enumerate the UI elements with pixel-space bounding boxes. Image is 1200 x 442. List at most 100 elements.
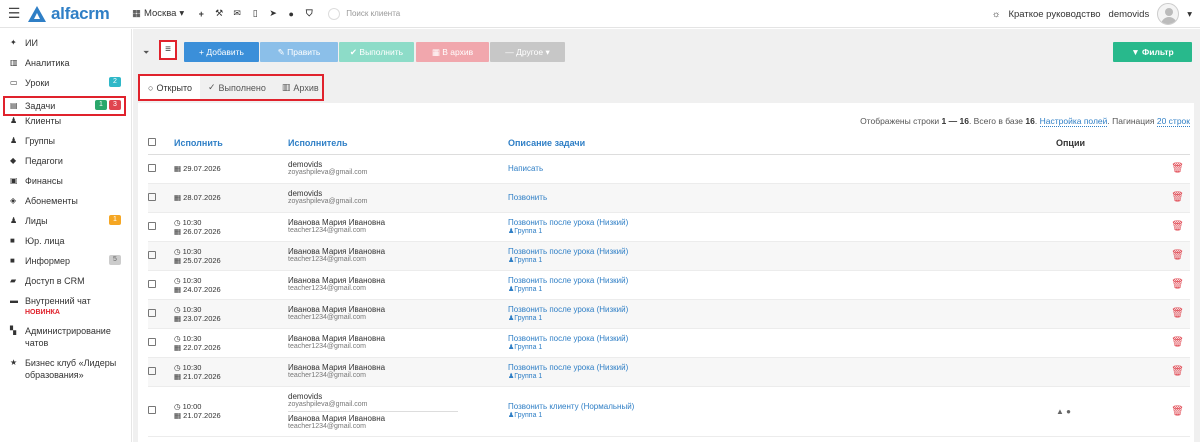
row-checkbox[interactable]	[148, 163, 156, 172]
delete-icon[interactable]: 🗑	[1162, 270, 1190, 300]
sidebar-item-ai[interactable]: ✦ ИИ	[0, 37, 131, 57]
admin-icon: ▚	[10, 326, 17, 335]
field-settings-link[interactable]: Настройка полей	[1039, 116, 1108, 127]
filter-button[interactable]: ▼ Фильтр	[1113, 42, 1192, 62]
telegram-icon[interactable]: ➤	[264, 8, 282, 19]
tab-archive[interactable]: ▥ Архив	[274, 76, 327, 99]
task-description-link[interactable]: Позвонить клиенту (Нормальный)	[508, 402, 1056, 411]
group-link[interactable]: ♟Группа 1	[508, 411, 1056, 420]
group-link[interactable]: ♟Группа 1	[508, 285, 1056, 294]
row-checkbox[interactable]	[148, 221, 156, 230]
record-icon[interactable]: ●	[282, 9, 300, 19]
group-link[interactable]: ♟Группа 1	[508, 343, 1056, 352]
phone-icon[interactable]: ▯	[246, 8, 264, 19]
delete-icon[interactable]: 🗑	[1162, 328, 1190, 358]
status-tabs-bar: ○ Открыто ✓ Выполнено ▥ Архив	[133, 69, 1200, 103]
table-row[interactable]: ◷ 10:00 ▦ 21.07.2026 demovids zoyashpilev…	[148, 386, 1190, 437]
tab-open[interactable]: ○ Открыто	[140, 76, 200, 99]
city-selector[interactable]: ▦ Москва ▾	[132, 8, 184, 19]
delete-icon[interactable]: 🗑	[1162, 386, 1190, 437]
sidebar-item-finance[interactable]: ▣ Финансы	[0, 175, 131, 195]
client-search[interactable]: Поиск клиента	[328, 7, 400, 20]
delete-icon[interactable]: 🗑	[1162, 154, 1190, 184]
col-due[interactable]: Исполнить	[174, 133, 288, 155]
sidebar-item-informer[interactable]: ■ Информер 5	[0, 255, 131, 275]
calendar-icon: ▦	[174, 313, 184, 323]
sidebar-item-tasks[interactable]: ▤ Задачи 1 3	[3, 96, 126, 116]
chevron-down-icon[interactable]: ▾	[1187, 9, 1192, 20]
sidebar-item-lessons[interactable]: ▭ Уроки 2	[0, 77, 131, 97]
table-row[interactable]: ◷ 10:30 ▦ 24.07.2026 Иванова Мария Иванов…	[148, 270, 1190, 300]
row-checkbox[interactable]	[148, 192, 156, 201]
edit-button[interactable]: ✎ Править	[260, 42, 338, 62]
table-row[interactable]: ◷ 10:30 ▦ 21.07.2026 Иванова Мария Иванов…	[148, 357, 1190, 387]
calendar-icon: ▦	[174, 226, 184, 236]
calendar-icon: ▦	[174, 284, 184, 294]
sidebar-item-access[interactable]: ▰ Доступ в CRM	[0, 275, 131, 295]
col-options: Опции	[1056, 133, 1162, 155]
row-checkbox[interactable]	[148, 337, 156, 346]
row-checkbox[interactable]	[148, 279, 156, 288]
delete-icon[interactable]: 🗑	[1162, 212, 1190, 242]
delete-icon[interactable]: 🗑	[1162, 183, 1190, 213]
task-description-link[interactable]: Написать	[508, 164, 1056, 173]
task-description-link[interactable]: Позвонить после урока (Низкий)	[508, 218, 1056, 227]
table-row[interactable]: ◷ 10:30 ▦ 25.07.2026 Иванова Мария Иванов…	[148, 241, 1190, 271]
list-view-icon[interactable]: ≡	[159, 40, 177, 60]
cart-icon[interactable]: ⛉	[300, 8, 318, 19]
select-all-checkbox[interactable]	[148, 138, 156, 147]
sidebar-item-admin-chats[interactable]: ▚ Администрирование чатов	[0, 325, 131, 357]
row-checkbox[interactable]	[148, 250, 156, 259]
table-row[interactable]: ◷ 10:30 ▦ 26.07.2026 Иванова Мария Иванов…	[148, 212, 1190, 242]
sidebar-item-business-club[interactable]: ★ Бизнес клуб «Лидеры образования»	[0, 357, 131, 389]
complete-button[interactable]: ✔ Выполнить	[339, 42, 414, 62]
sidebar-item-chat[interactable]: ▬ Внутренний чат НОВИНКА	[0, 295, 131, 325]
table-row[interactable]: ▦ 29.07.2026 demovids zoyashpileva@gmail.…	[148, 154, 1190, 184]
group-link[interactable]: ♟Группа 1	[508, 256, 1056, 265]
sidebar-item-subscriptions[interactable]: ◈ Абонементы	[0, 195, 131, 215]
group-link[interactable]: ♟Группа 1	[508, 227, 1056, 236]
delete-icon[interactable]: 🗑	[1162, 357, 1190, 387]
other-dropdown[interactable]: — Другое ▾	[490, 42, 565, 62]
task-description-link[interactable]: Позвонить после урока (Низкий)	[508, 305, 1056, 314]
table-row[interactable]: ◷ 10:30 ▦ 23.07.2026 Иванова Мария Иванов…	[148, 299, 1190, 329]
sidebar-item-clients[interactable]: ♟ Клиенты	[0, 115, 131, 135]
task-description-link[interactable]: Позвонить после урока (Низкий)	[508, 334, 1056, 343]
funnel-icon[interactable]: ⏷	[143, 48, 149, 58]
col-assignee[interactable]: Исполнитель	[288, 133, 508, 155]
logo[interactable]: alfacrm	[28, 4, 132, 24]
sidebar-item-teachers[interactable]: ◆ Педагоги	[0, 155, 131, 175]
wrench-icon[interactable]: ⚒	[210, 8, 228, 19]
search-input[interactable]: Поиск клиента	[346, 9, 400, 18]
table-row[interactable]: ◷ 10:30 ▦ 22.07.2026 Иванова Мария Иванов…	[148, 328, 1190, 358]
hamburger-menu-icon[interactable]: ☰	[0, 5, 28, 22]
task-description-link[interactable]: Позвонить после урока (Низкий)	[508, 276, 1056, 285]
avatar[interactable]	[1157, 3, 1180, 25]
row-checkbox[interactable]	[148, 406, 156, 414]
top-bar: ☰ alfacrm ▦ Москва ▾ + ⚒ ✉ ▯ ➤ ● ⛉ Поиск…	[0, 0, 1200, 28]
quick-guide-link[interactable]: Краткое руководство	[1008, 9, 1100, 20]
task-description-link[interactable]: Позвонить после урока (Низкий)	[508, 247, 1056, 256]
task-description-link[interactable]: Позвонить	[508, 193, 1056, 202]
plus-icon[interactable]: +	[192, 9, 210, 19]
archive-button[interactable]: ▦ В архив	[416, 42, 489, 62]
row-checkbox[interactable]	[148, 366, 156, 375]
task-description-link[interactable]: Позвонить после урока (Низкий)	[508, 363, 1056, 372]
tab-done[interactable]: ✓ Выполнено	[200, 76, 274, 99]
delete-icon[interactable]: 🗑	[1162, 299, 1190, 329]
table-row[interactable]: ▦ 28.07.2026 demovids zoyashpileva@gmail.…	[148, 183, 1190, 213]
user-name[interactable]: demovids	[1109, 9, 1150, 20]
group-link[interactable]: ♟Группа 1	[508, 372, 1056, 381]
sidebar-item-analytics[interactable]: ▥ Аналитика	[0, 57, 131, 77]
row-checkbox[interactable]	[148, 308, 156, 317]
delete-icon[interactable]: 🗑	[1162, 241, 1190, 271]
sidebar-item-legal[interactable]: ■ Юр. лица	[0, 235, 131, 255]
group-link[interactable]: ♟Группа 1	[508, 314, 1056, 323]
informer-badge: 5	[109, 255, 121, 265]
sidebar-item-groups[interactable]: ♟ Группы	[0, 135, 131, 155]
add-button[interactable]: + Добавить	[184, 42, 259, 62]
col-description[interactable]: Описание задачи	[508, 133, 1056, 155]
sidebar-item-leads[interactable]: ♟ Лиды 1	[0, 215, 131, 235]
pagination-link[interactable]: 20 строк	[1156, 116, 1190, 127]
mail-icon[interactable]: ✉	[228, 8, 246, 19]
